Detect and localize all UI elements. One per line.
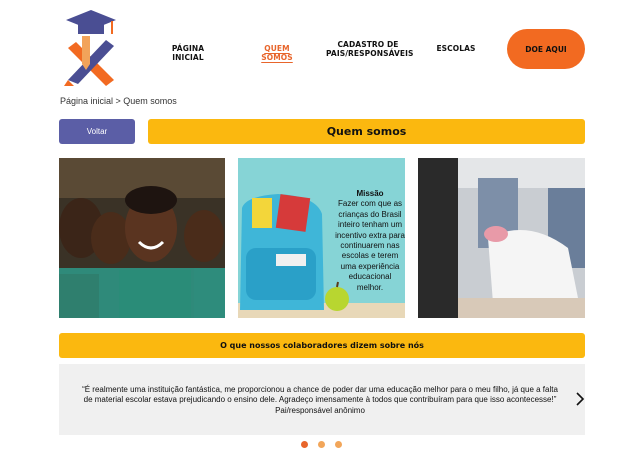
nav-register-line2: PAIS/RESPONSÁVEIS [326, 49, 414, 58]
nav-about[interactable]: QUEM SOMOS [250, 44, 304, 62]
breadcrumb[interactable]: Página inicial > Quem somos [60, 96, 177, 106]
donate-button[interactable]: DOE AQUI [507, 29, 585, 69]
mission-body: Fazer com que as crianças do Brasil inte… [335, 199, 405, 292]
mission-title: Missão [356, 189, 384, 198]
carousel-dot-3[interactable] [335, 441, 342, 448]
logo-icon[interactable] [62, 8, 120, 86]
chevron-right-icon[interactable] [575, 392, 585, 406]
testimonial-author: Pai/responsável anônimo [275, 406, 365, 415]
testimonial-quote: “É realmente uma instituição fantástica,… [62, 385, 578, 405]
page-title: Quem somos [148, 119, 585, 144]
back-button[interactable]: Voltar [59, 119, 135, 144]
volunteers-photo [418, 158, 585, 318]
nav-register-line1: CADASTRO DE [337, 40, 399, 49]
carousel-dot-2[interactable] [318, 441, 325, 448]
nav-schools[interactable]: ESCOLAS [436, 44, 476, 53]
mission-text: Missão Fazer com que as crianças do Bras… [335, 189, 405, 293]
children-photo [59, 158, 225, 318]
quote-line-2: de material escolar estava prejudicando … [83, 395, 557, 405]
nav-home[interactable]: PÁGINA INICIAL [158, 44, 218, 62]
carousel-dot-1[interactable] [301, 441, 308, 448]
nav-register[interactable]: CADASTRO DE PAIS/RESPONSÁVEIS [326, 40, 413, 58]
testimonials-heading: O que nossos colaboradores dizem sobre n… [59, 333, 585, 358]
quote-line-1: “É realmente uma instituição fantástica,… [82, 385, 558, 394]
